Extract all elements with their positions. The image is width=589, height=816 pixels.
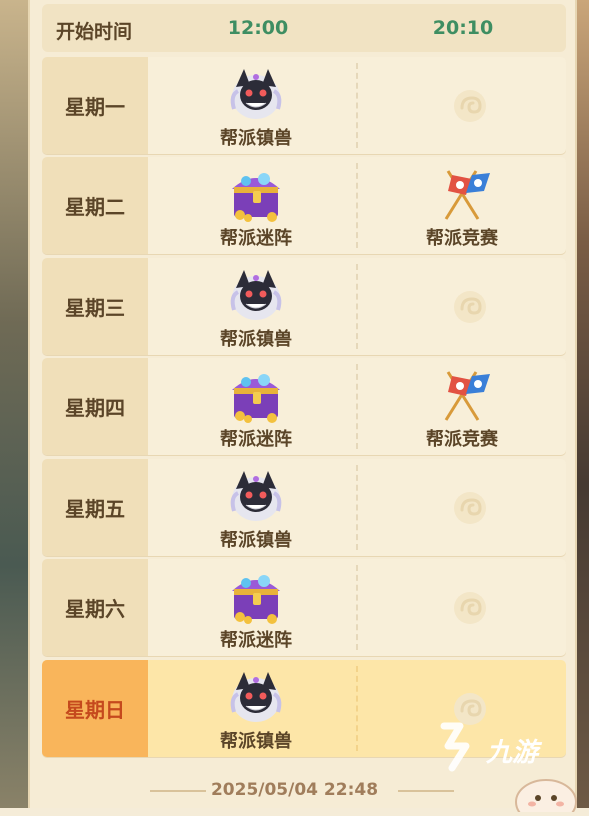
left-backdrop [0,0,30,808]
event-beast[interactable]: 帮派镇兽 [176,459,336,556]
beast-icon [226,668,286,726]
treasure-chest-icon [226,366,286,424]
start-time-label: 开始时间 [56,21,133,43]
event-label: 帮派迷阵 [220,228,292,249]
empty-cloud-icon [450,488,490,528]
current-datetime: 2025/05/04 22:48 [210,780,379,800]
schedule-row: 星期四帮派迷阵 帮派竞赛 [42,358,566,455]
event-label: 帮派迷阵 [220,630,292,651]
column-divider [356,364,358,449]
day-cell: 星期日 [42,660,148,757]
empty-cloud-icon [450,588,490,628]
day-label: 星期二 [65,195,125,219]
beast-icon [226,467,286,525]
day-label: 星期五 [65,497,125,521]
beast-icon [226,266,286,324]
event-treasure-chest[interactable]: 帮派迷阵 [176,358,336,455]
beast-icon [226,65,286,123]
event-beast[interactable]: 帮派镇兽 [176,660,336,757]
day-label: 星期六 [65,597,125,621]
day-cell: 星期三 [42,258,148,355]
schedule-row: 星期六帮派迷阵 [42,559,566,656]
event-treasure-chest[interactable]: 帮派迷阵 [176,157,336,254]
column-divider [356,565,358,650]
day-cell: 星期四 [42,358,148,455]
jiuyou-logo-icon [440,722,470,772]
day-label: 星期三 [65,296,125,320]
event-label: 帮派竞赛 [426,429,498,450]
time-slot-1: 12:00 [227,17,289,39]
day-label: 星期一 [65,95,125,119]
event-label: 帮派迷阵 [220,429,292,450]
empty-cloud-icon [450,287,490,327]
event-label: 帮派镇兽 [220,530,292,551]
column-divider [356,465,358,550]
event-beast[interactable]: 帮派镇兽 [176,258,336,355]
day-cell: 星期五 [42,459,148,556]
schedule-header: 开始时间 12:00 20:10 [42,4,566,52]
day-label: 星期日 [65,698,125,722]
treasure-chest-icon [226,165,286,223]
day-label: 星期四 [65,396,125,420]
crossed-flags-icon [432,366,492,424]
day-cell: 星期二 [42,157,148,254]
mascot-icon [512,772,578,816]
day-cell: 星期六 [42,559,148,656]
event-beast[interactable]: 帮派镇兽 [176,57,336,154]
event-label: 帮派镇兽 [220,329,292,350]
event-label: 帮派镇兽 [220,128,292,149]
event-treasure-chest[interactable]: 帮派迷阵 [176,559,336,656]
schedule-row: 星期二帮派迷阵 帮派竞赛 [42,157,566,254]
time-slot-2: 20:10 [432,17,494,39]
empty-cloud-icon [450,86,490,126]
column-divider [356,163,358,248]
schedule-row: 星期一帮派镇兽 [42,57,566,154]
event-crossed-flags[interactable]: 帮派竞赛 [382,157,542,254]
column-divider [356,666,358,751]
watermark-logo: 九游 [430,718,550,778]
event-label: 帮派竞赛 [426,228,498,249]
column-divider [356,264,358,349]
day-cell: 星期一 [42,57,148,154]
crossed-flags-icon [432,165,492,223]
schedule-row: 星期三帮派镇兽 [42,258,566,355]
column-divider [356,63,358,148]
event-crossed-flags[interactable]: 帮派竞赛 [382,358,542,455]
watermark-text: 九游 [486,738,539,768]
schedule-row: 星期五帮派镇兽 [42,459,566,556]
event-label: 帮派镇兽 [220,731,292,752]
treasure-chest-icon [226,567,286,625]
